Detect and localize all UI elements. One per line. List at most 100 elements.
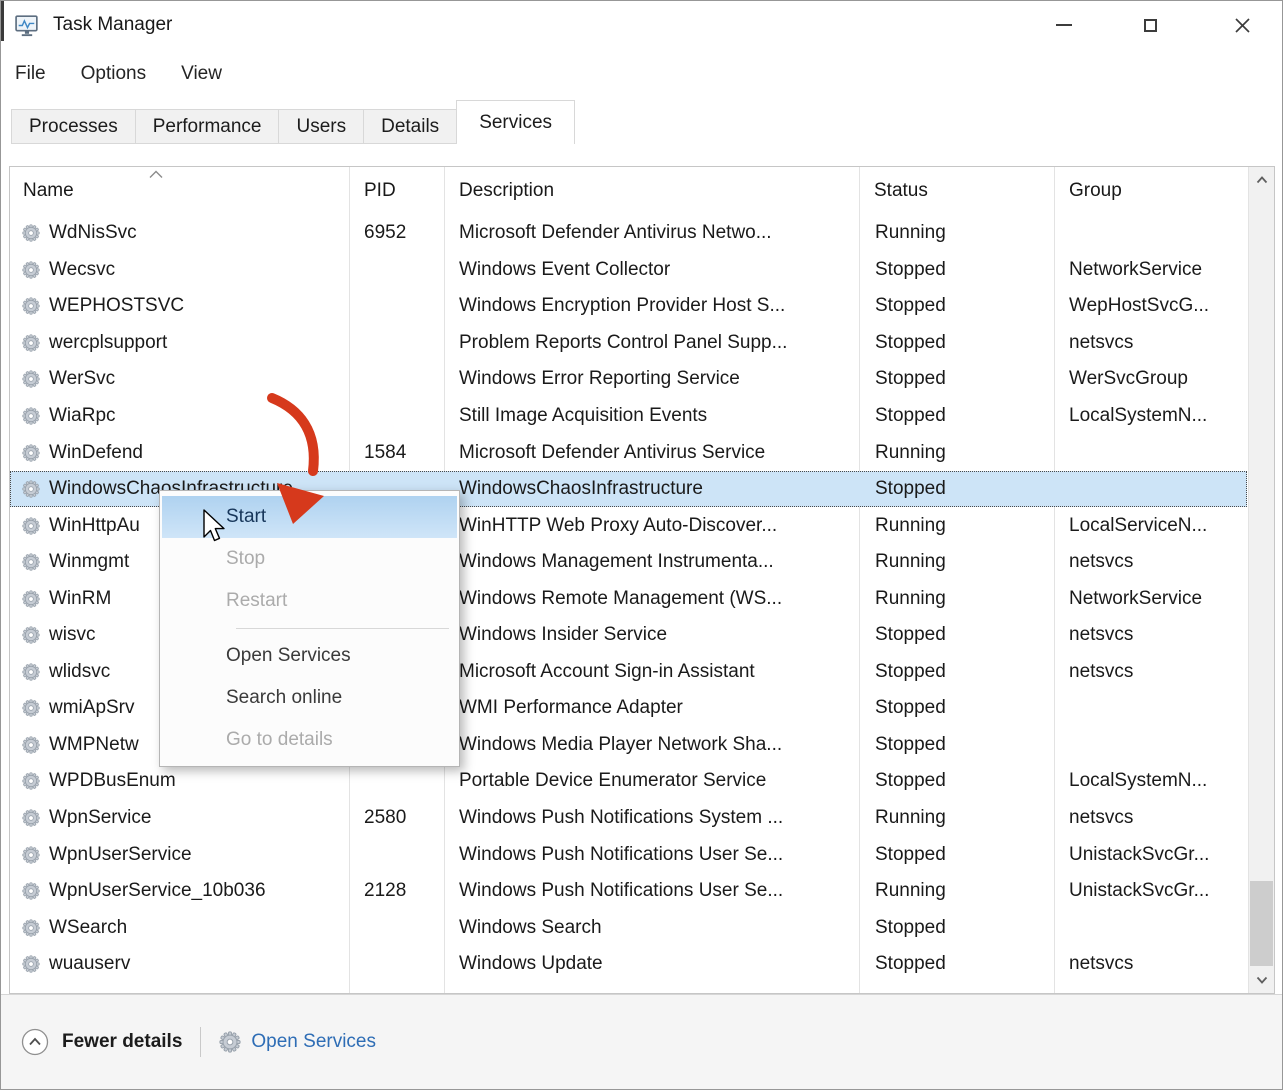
service-status: Running <box>859 880 1054 902</box>
service-name-cell: WdNisSvc <box>10 222 349 244</box>
table-header: NamePIDDescriptionStatusGroup <box>10 167 1247 215</box>
table-row[interactable]: wercplsupportProblem Reports Control Pan… <box>10 325 1247 362</box>
gear-icon <box>22 809 40 827</box>
table-row[interactable]: WpnUserServiceWindows Push Notifications… <box>10 836 1247 873</box>
service-description: Windows Insider Service <box>444 624 859 646</box>
service-group: LocalServiceN... <box>1054 515 1247 537</box>
menu-file[interactable]: File <box>15 63 46 85</box>
maximize-button[interactable] <box>1119 1 1181 49</box>
tab-users[interactable]: Users <box>278 109 364 144</box>
vertical-scrollbar[interactable] <box>1248 167 1274 993</box>
close-button[interactable] <box>1211 1 1273 49</box>
menu-view[interactable]: View <box>181 63 222 85</box>
menu-item-label: Stop <box>226 548 265 570</box>
table-row[interactable]: wuauservWindows UpdateStoppednetsvcs <box>10 946 1247 983</box>
service-name: WerSvc <box>49 368 115 390</box>
service-status: Running <box>859 515 1054 537</box>
service-name-cell: wercplsupport <box>10 332 349 354</box>
service-description: Windows Event Collector <box>444 259 859 281</box>
service-status: Running <box>859 551 1054 573</box>
menu-item-open-services[interactable]: Open Services <box>160 635 459 677</box>
table-row[interactable]: WpnUserService_10b036 2128Windows Push No… <box>10 873 1247 910</box>
column-header-group[interactable]: Group <box>1054 180 1247 202</box>
menu-options[interactable]: Options <box>81 63 146 85</box>
table-row[interactable]: WinDefend1584Microsoft Defender Antiviru… <box>10 434 1247 471</box>
service-description: Windows Push Notifications User Se... <box>444 880 859 902</box>
table-row[interactable]: WSearchWindows SearchStopped <box>10 909 1247 946</box>
service-name: wlidsvc <box>49 661 110 683</box>
table-row[interactable]: WiaRpcStill Image Acquisition EventsStop… <box>10 398 1247 435</box>
service-name: WinDefend <box>49 442 143 464</box>
service-status: Stopped <box>859 844 1054 866</box>
task-manager-app-icon <box>14 12 41 39</box>
service-description: Microsoft Defender Antivirus Netwo... <box>444 222 859 244</box>
service-status: Running <box>859 222 1054 244</box>
service-pid: 2128 <box>349 880 444 902</box>
minimize-icon <box>1056 24 1072 26</box>
service-group: LocalSystemN... <box>1054 405 1247 427</box>
service-group: netsvcs <box>1054 551 1247 573</box>
column-header-description[interactable]: Description <box>444 180 859 202</box>
menu-item-label: Search online <box>226 687 342 709</box>
service-status: Running <box>859 807 1054 829</box>
table-row[interactable]: WEPHOSTSVC Windows Encryption Provider Ho… <box>10 288 1247 325</box>
tab-performance[interactable]: Performance <box>135 109 280 144</box>
minimize-button[interactable] <box>1033 1 1095 49</box>
table-row[interactable]: WdNisSvc6952Microsoft Defender Antivirus… <box>10 215 1247 252</box>
table-row[interactable]: WpnService2580Windows Push Notifications… <box>10 800 1247 837</box>
gear-icon <box>22 955 40 973</box>
service-name: WpnUserService <box>49 844 192 866</box>
tab-processes[interactable]: Processes <box>11 109 136 144</box>
chevron-up-circle-icon <box>21 1028 49 1056</box>
service-name: WSearch <box>49 917 127 939</box>
gear-icon <box>22 772 40 790</box>
service-description: Microsoft Defender Antivirus Service <box>444 442 859 464</box>
scroll-down-button[interactable] <box>1249 967 1274 993</box>
gear-icon <box>22 297 40 315</box>
table-row[interactable]: WPDBusEnumPortable Device Enumerator Ser… <box>10 763 1247 800</box>
column-header-status[interactable]: Status <box>859 180 1054 202</box>
service-description: Windows Encryption Provider Host S... <box>444 295 859 317</box>
service-name: Wecsvc <box>49 259 115 281</box>
service-status: Stopped <box>859 259 1054 281</box>
gear-icon <box>22 626 40 644</box>
service-name-cell: Wecsvc <box>10 259 349 281</box>
gear-icon <box>22 846 40 864</box>
service-group: netsvcs <box>1054 661 1247 683</box>
service-name: WMPNetw <box>49 734 139 756</box>
service-name: WEPHOSTSVC <box>49 295 184 317</box>
service-description: Microsoft Account Sign-in Assistant <box>444 661 859 683</box>
table-row[interactable]: WecsvcWindows Event CollectorStoppedNetw… <box>10 252 1247 289</box>
tab-services[interactable]: Services <box>456 100 575 144</box>
tab-details[interactable]: Details <box>363 109 457 144</box>
scroll-up-button[interactable] <box>1249 167 1274 193</box>
service-name-cell: WSearch <box>10 917 349 939</box>
open-services-link[interactable]: Open Services <box>219 1031 376 1053</box>
service-name-cell: WpnUserService_10b036 <box>10 880 349 902</box>
fewer-details-button[interactable]: Fewer details <box>21 1028 182 1056</box>
gear-icon <box>22 736 40 754</box>
table-row[interactable]: WerSvcWindows Error Reporting ServiceSto… <box>10 361 1247 398</box>
service-name-cell: WerSvc <box>10 368 349 390</box>
service-name: WpnUserService_10b036 <box>49 880 266 902</box>
service-group: NetworkService <box>1054 588 1247 610</box>
service-name-cell: WPDBusEnum <box>10 770 349 792</box>
service-status: Running <box>859 588 1054 610</box>
footer-divider <box>200 1027 201 1057</box>
service-description: WindowsChaosInfrastructure <box>444 478 859 500</box>
gear-icon <box>22 334 40 352</box>
service-description: Windows Push Notifications System ... <box>444 807 859 829</box>
menu-item-start[interactable]: Start <box>162 496 457 538</box>
service-description: Windows Error Reporting Service <box>444 368 859 390</box>
gear-icon <box>22 261 40 279</box>
column-header-name[interactable]: Name <box>10 180 349 202</box>
column-header-pid[interactable]: PID <box>349 180 444 202</box>
service-name: wercplsupport <box>49 332 167 354</box>
service-name: wmiApSrv <box>49 697 135 719</box>
scrollbar-thumb[interactable] <box>1250 881 1273 966</box>
menu-item-search-online[interactable]: Search online <box>160 677 459 719</box>
service-status: Running <box>859 442 1054 464</box>
service-name: WPDBusEnum <box>49 770 176 792</box>
tab-strip: ProcessesPerformanceUsersDetailsServices <box>11 96 1282 144</box>
service-description: WinHTTP Web Proxy Auto-Discover... <box>444 515 859 537</box>
